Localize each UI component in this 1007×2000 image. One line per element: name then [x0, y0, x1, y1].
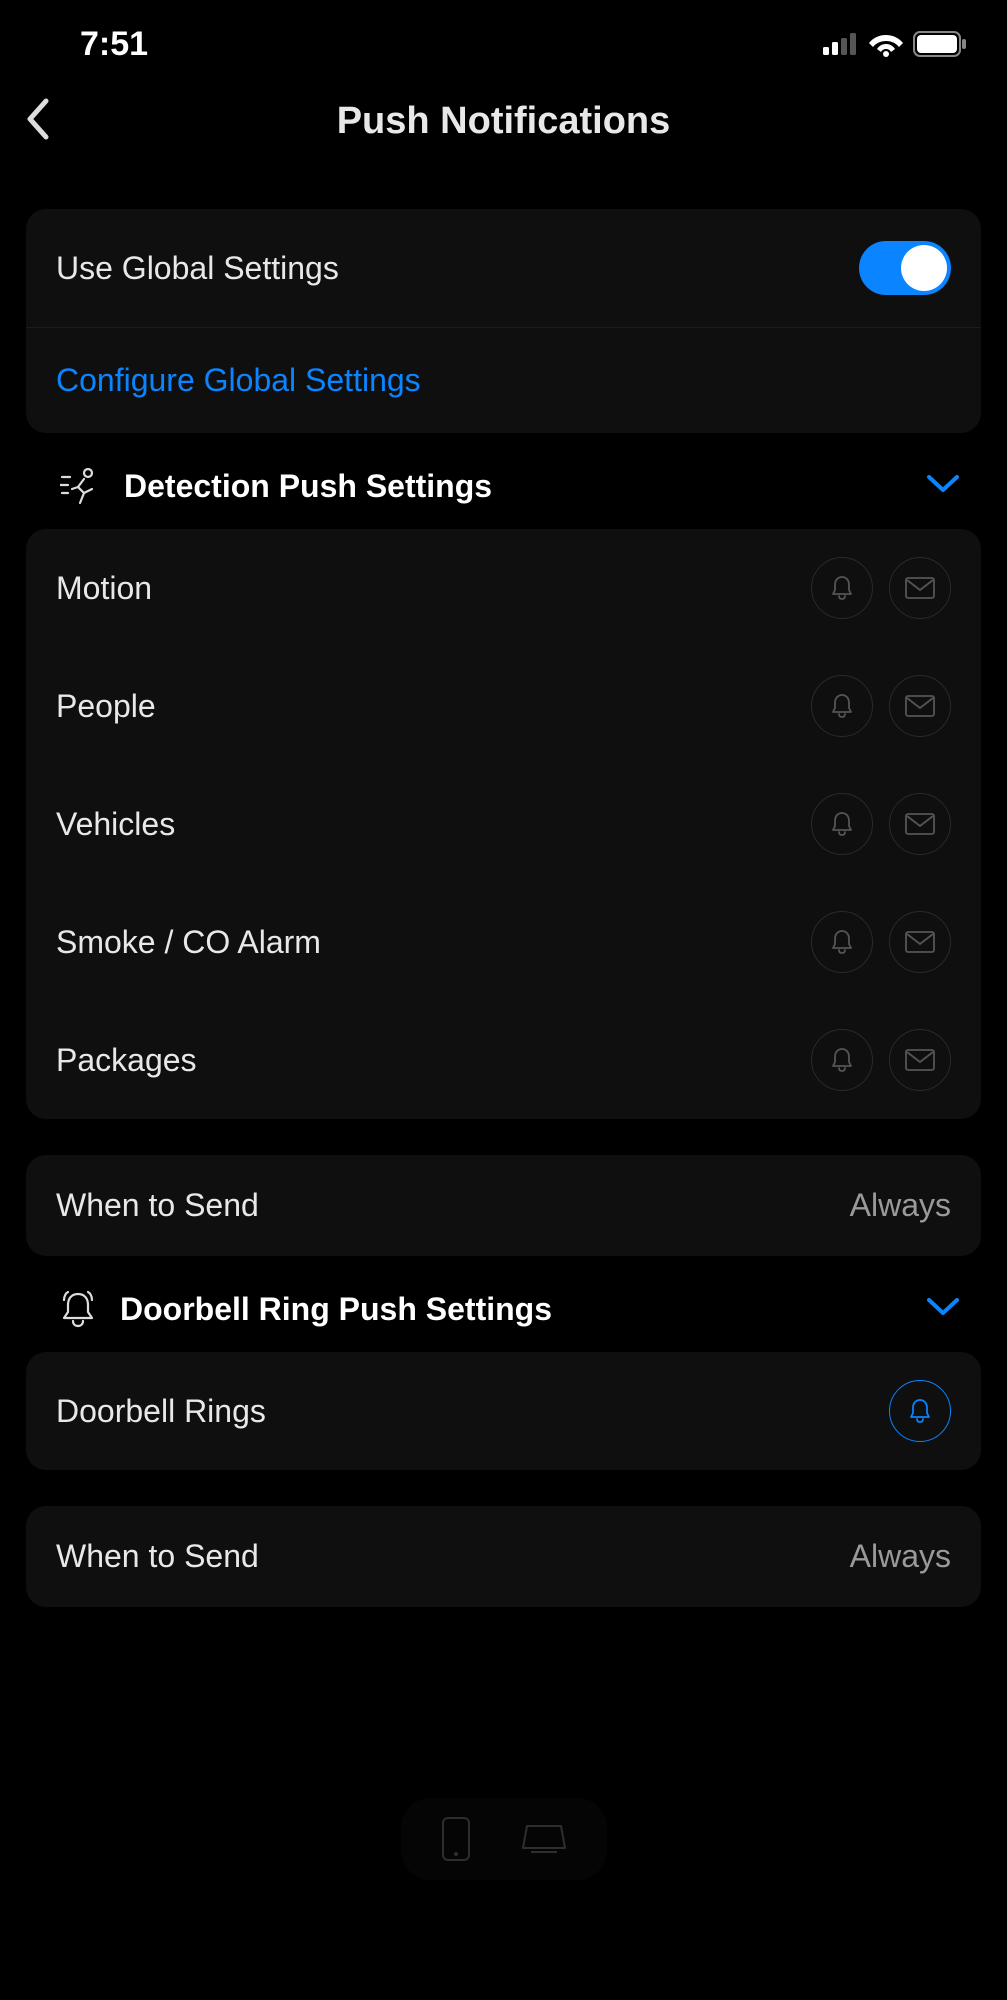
wifi-icon: [869, 31, 903, 57]
vehicles-bell-toggle[interactable]: [811, 793, 873, 855]
phone-icon: [441, 1816, 471, 1862]
doorbell-section-header[interactable]: Doorbell Ring Push Settings: [0, 1256, 1007, 1352]
chevron-down-icon: [925, 473, 961, 495]
when-value: Always: [850, 1187, 951, 1224]
detection-row-motion: Motion: [26, 529, 981, 647]
detection-toggles: [811, 911, 951, 973]
bell-icon: [828, 1046, 856, 1074]
configure-global-row[interactable]: Configure Global Settings: [26, 327, 981, 433]
doorbell-section-title: Doorbell Ring Push Settings: [120, 1291, 552, 1328]
mail-icon: [905, 1049, 935, 1071]
mail-icon: [905, 813, 935, 835]
page-header: Push Notifications: [0, 80, 1007, 183]
use-global-toggle[interactable]: [859, 241, 951, 295]
packages-bell-toggle[interactable]: [811, 1029, 873, 1091]
bell-outline-icon: [60, 1290, 96, 1328]
people-bell-toggle[interactable]: [811, 675, 873, 737]
bell-icon: [828, 810, 856, 838]
detection-section-title: Detection Push Settings: [124, 468, 492, 505]
bell-icon: [906, 1397, 934, 1425]
detection-section-header[interactable]: Detection Push Settings: [0, 433, 1007, 529]
smoke-mail-toggle[interactable]: [889, 911, 951, 973]
configure-global-link: Configure Global Settings: [56, 362, 421, 399]
detection-collapse-toggle[interactable]: [925, 473, 961, 500]
cell-signal-icon: [823, 33, 859, 55]
detection-toggles: [811, 675, 951, 737]
doorbell-toggles: [889, 1380, 951, 1442]
mail-icon: [905, 695, 935, 717]
smoke-bell-toggle[interactable]: [811, 911, 873, 973]
detection-items-card: Motion People Vehicles: [26, 529, 981, 1119]
motion-bell-toggle[interactable]: [811, 557, 873, 619]
when-label: When to Send: [56, 1187, 259, 1224]
detection-label: Smoke / CO Alarm: [56, 924, 321, 961]
back-button[interactable]: [24, 97, 52, 146]
toggle-knob: [901, 245, 947, 291]
device-icon: [521, 1816, 567, 1856]
detection-toggles: [811, 557, 951, 619]
doorbell-when-row[interactable]: When to Send Always: [26, 1506, 981, 1607]
vehicles-mail-toggle[interactable]: [889, 793, 951, 855]
battery-icon: [913, 31, 967, 57]
people-mail-toggle[interactable]: [889, 675, 951, 737]
bell-icon: [828, 692, 856, 720]
packages-mail-toggle[interactable]: [889, 1029, 951, 1091]
detection-label: Motion: [56, 570, 152, 607]
doorbell-rings-row: Doorbell Rings: [26, 1352, 981, 1470]
mail-icon: [905, 931, 935, 953]
doorbell-rings-card: Doorbell Rings: [26, 1352, 981, 1470]
detection-label: Packages: [56, 1042, 197, 1079]
status-icons: [823, 31, 967, 57]
detection-toggles: [811, 793, 951, 855]
use-global-settings-row[interactable]: Use Global Settings: [26, 209, 981, 327]
doorbell-when-value: Always: [850, 1538, 951, 1575]
detection-toggles: [811, 1029, 951, 1091]
page-title: Push Notifications: [24, 100, 983, 143]
mail-icon: [905, 577, 935, 599]
running-person-icon: [60, 467, 100, 505]
bell-icon: [828, 928, 856, 956]
doorbell-collapse-toggle[interactable]: [925, 1296, 961, 1323]
detection-row-vehicles: Vehicles: [26, 765, 981, 883]
doorbell-rings-label: Doorbell Rings: [56, 1393, 266, 1430]
chevron-left-icon: [24, 97, 52, 141]
global-settings-card: Use Global Settings Configure Global Set…: [26, 209, 981, 433]
detection-row-smoke: Smoke / CO Alarm: [26, 883, 981, 1001]
doorbell-bell-toggle[interactable]: [889, 1380, 951, 1442]
status-bar: 7:51: [0, 0, 1007, 80]
doorbell-when-card: When to Send Always: [26, 1506, 981, 1607]
bell-icon: [828, 574, 856, 602]
status-time: 7:51: [80, 25, 148, 64]
use-global-label: Use Global Settings: [56, 250, 339, 287]
detection-row-packages: Packages: [26, 1001, 981, 1119]
doorbell-when-label: When to Send: [56, 1538, 259, 1575]
detection-row-people: People: [26, 647, 981, 765]
detection-when-row[interactable]: When to Send Always: [26, 1155, 981, 1256]
bottom-nav[interactable]: [401, 1798, 607, 1880]
chevron-down-icon: [925, 1296, 961, 1318]
motion-mail-toggle[interactable]: [889, 557, 951, 619]
detection-when-card: When to Send Always: [26, 1155, 981, 1256]
detection-label: Vehicles: [56, 806, 175, 843]
detection-label: People: [56, 688, 156, 725]
